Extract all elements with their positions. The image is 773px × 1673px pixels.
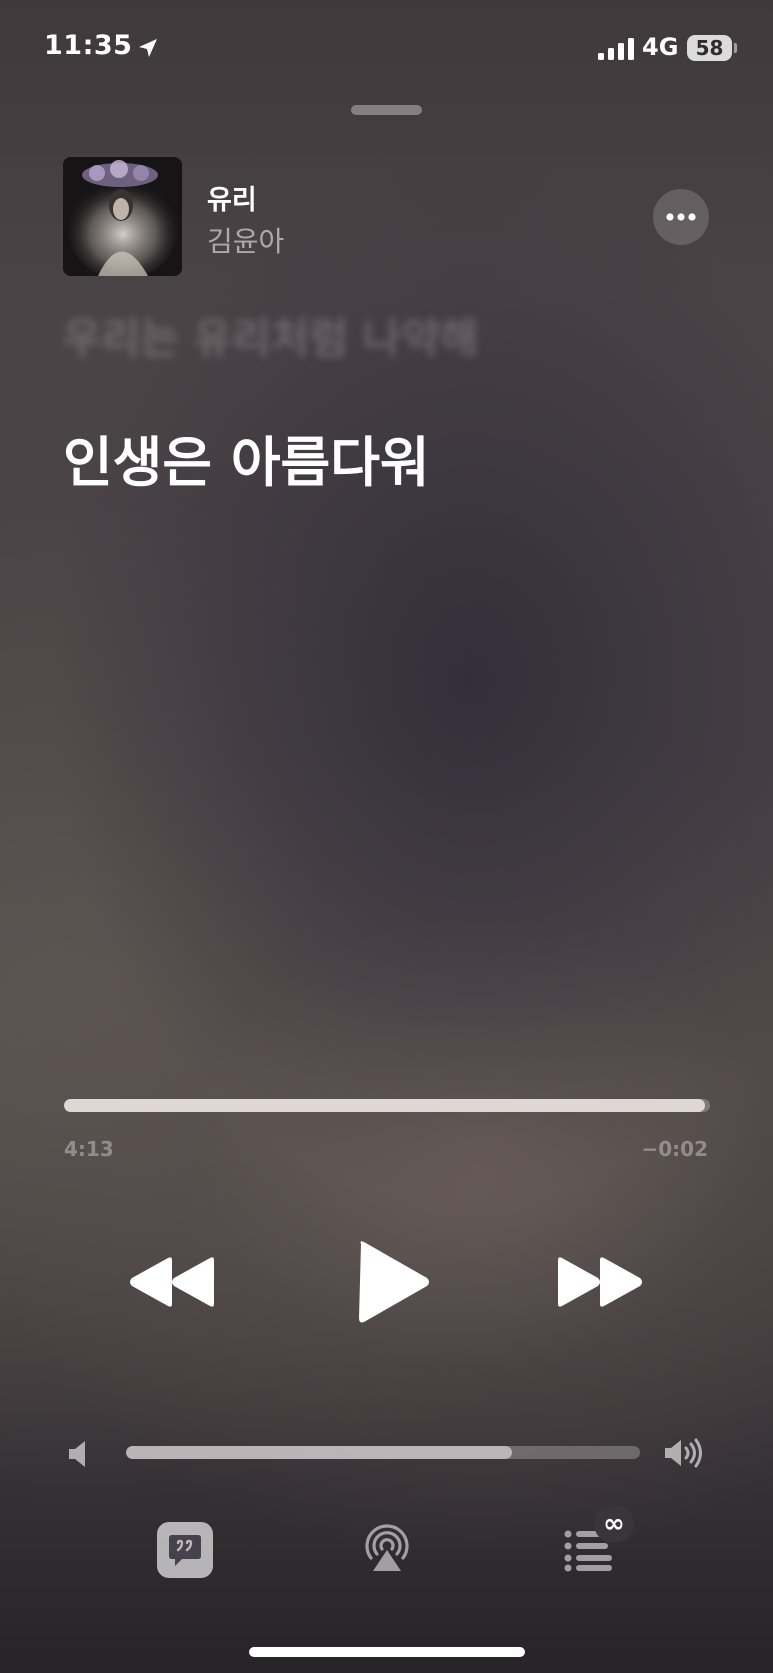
track-title[interactable]: 유리: [207, 178, 257, 217]
album-artwork-image: [63, 157, 182, 276]
time-remaining: −0:02: [641, 1137, 708, 1161]
album-artwork[interactable]: [63, 157, 182, 276]
playback-scrubber[interactable]: [64, 1099, 710, 1112]
battery-icon: 58: [687, 35, 732, 61]
lyrics-button[interactable]: [157, 1522, 213, 1578]
rewind-icon: [130, 1257, 214, 1307]
battery-cap: [734, 43, 737, 53]
play-button[interactable]: [355, 1240, 431, 1324]
location-arrow-icon: [139, 39, 157, 57]
airplay-button[interactable]: [361, 1522, 413, 1574]
ellipsis-icon: [666, 213, 696, 221]
fast-forward-icon: [558, 1257, 642, 1307]
cellular-signal-icon: [598, 38, 634, 60]
lyrics-icon: [169, 1535, 201, 1566]
rewind-button[interactable]: [128, 1256, 216, 1308]
speaker-high-icon: [665, 1438, 702, 1468]
time-elapsed: 4:13: [64, 1137, 114, 1161]
status-time: 11:35: [44, 30, 133, 61]
more-button[interactable]: [653, 189, 709, 245]
track-artist[interactable]: 김윤아: [207, 220, 284, 260]
speaker-low-icon: [69, 1441, 85, 1467]
lyric-line-previous[interactable]: 우리는 유리처럼 나약해: [63, 305, 479, 366]
autoplay-badge[interactable]: ∞: [594, 1505, 634, 1543]
fast-forward-button[interactable]: [556, 1256, 644, 1308]
status-bar: 11:35 4G 58: [0, 0, 773, 90]
home-indicator[interactable]: [249, 1647, 525, 1657]
volume-level-fill: [126, 1446, 512, 1459]
play-icon: [359, 1241, 429, 1323]
playback-progress-fill: [64, 1099, 705, 1112]
network-type: 4G: [642, 33, 679, 61]
infinity-icon: ∞: [603, 1509, 625, 1539]
sheet-grabber[interactable]: [351, 105, 422, 115]
volume-slider[interactable]: [126, 1446, 640, 1459]
lyric-line-current[interactable]: 인생은 아름다워: [63, 418, 430, 497]
